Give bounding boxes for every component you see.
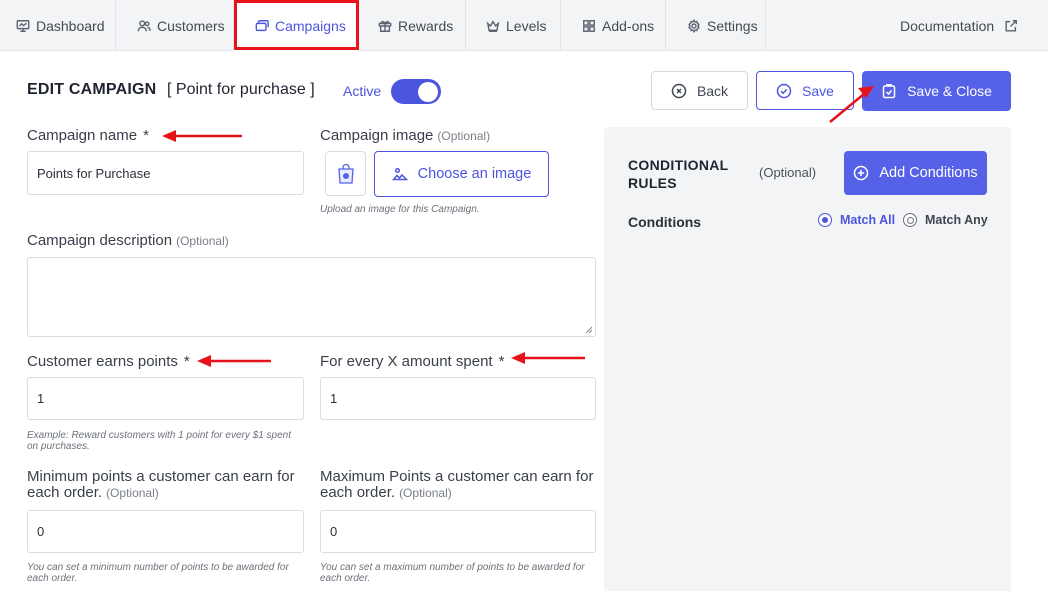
campaign-name-input[interactable]: Points for Purchase — [27, 151, 304, 195]
external-link-icon — [1005, 19, 1018, 32]
radio-unselected-icon — [903, 213, 917, 227]
tab-label: Add-ons — [602, 17, 655, 34]
clipboard-check-icon — [882, 84, 896, 99]
dashboard-icon — [16, 19, 30, 32]
tab-label: Campaigns — [275, 17, 346, 34]
match-all-radio[interactable]: Match All — [818, 213, 895, 227]
tab-campaigns[interactable]: Campaigns — [234, 0, 359, 51]
tab-label: Dashboard — [36, 17, 105, 34]
min-points-input[interactable]: 0 — [27, 510, 304, 553]
tab-settings[interactable]: Settings — [666, 0, 766, 51]
tab-levels[interactable]: Levels — [466, 0, 561, 51]
active-toggle[interactable] — [391, 79, 441, 104]
back-circle-icon — [671, 83, 687, 98]
back-button-label: Back — [696, 82, 729, 99]
tab-label: Levels — [506, 17, 547, 34]
tab-label: Customers — [157, 17, 225, 34]
earn-points-label: Customer earns points * — [27, 353, 190, 370]
toggle-knob — [418, 81, 438, 102]
campaign-image-label: Campaign image (Optional) — [320, 127, 491, 144]
rewards-icon — [378, 20, 392, 32]
conditional-rules-panel — [604, 127, 1011, 591]
tab-rewards[interactable]: Rewards — [359, 0, 466, 51]
shopping-bag-icon — [337, 163, 354, 184]
add-conditions-button[interactable]: Add Conditions — [844, 151, 987, 195]
tab-customers[interactable]: Customers — [116, 0, 234, 51]
documentation-link[interactable]: Documentation — [900, 0, 1020, 51]
conditional-rules-title: CONDITIONAL RULES — [628, 157, 729, 191]
tab-label: Rewards — [398, 17, 454, 34]
grid-icon — [583, 19, 595, 32]
crown-icon — [486, 19, 500, 32]
choose-image-label: Choose an image — [417, 166, 532, 182]
conditions-label: Conditions — [628, 214, 702, 230]
match-all-label: Match All — [840, 213, 896, 227]
save-button[interactable]: Save — [756, 71, 854, 110]
add-conditions-label: Add Conditions — [879, 165, 978, 181]
radio-selected-icon — [818, 213, 832, 227]
resize-handle-icon[interactable] — [585, 326, 593, 334]
conditional-rules-optional: (Optional) — [759, 165, 817, 180]
annotation-arrow-icon — [162, 130, 242, 142]
gear-icon — [688, 18, 700, 33]
max-points-label: Maximum Points a customer can earn for e… — [320, 468, 594, 501]
plus-circle-icon — [854, 165, 869, 181]
match-any-radio[interactable]: Match Any — [903, 213, 988, 227]
earn-points-input[interactable]: 1 — [27, 377, 304, 420]
campaign-description-textarea[interactable] — [27, 257, 596, 337]
campaign-image-thumbnail — [325, 151, 366, 196]
match-any-label: Match Any — [925, 213, 988, 227]
tab-label: Settings — [707, 17, 758, 34]
check-circle-icon — [776, 83, 792, 98]
save-and-close-label: Save & Close — [907, 83, 992, 99]
choose-image-button[interactable]: Choose an image — [374, 151, 549, 197]
customers-icon — [137, 19, 151, 31]
annotation-arrow-icon — [511, 352, 585, 364]
campaign-image-help: Upload an image for this Campaign. — [320, 204, 480, 215]
every-amount-input[interactable]: 1 — [320, 377, 596, 420]
campaign-description-label: Campaign description (Optional) — [27, 232, 229, 249]
back-button[interactable]: Back — [651, 71, 748, 110]
campaigns-icon — [255, 19, 269, 31]
campaign-name-label: Campaign name * — [27, 127, 149, 144]
max-points-input[interactable]: 0 — [320, 510, 596, 553]
active-label: Active — [343, 83, 382, 99]
documentation-label: Documentation — [900, 17, 995, 34]
tab-dashboard[interactable]: Dashboard — [0, 0, 116, 51]
every-amount-label: For every X amount spent * — [320, 353, 505, 370]
tab-add-ons[interactable]: Add-ons — [561, 0, 666, 51]
save-button-label: Save — [802, 82, 834, 99]
min-points-help: You can set a minimum number of points t… — [27, 562, 289, 584]
top-navigation: Dashboard Customers Campaigns Rewards Le… — [0, 0, 1048, 51]
annotation-arrow-icon — [197, 355, 271, 367]
max-points-help: You can set a maximum number of points t… — [320, 562, 585, 584]
min-points-label: Minimum points a customer can earn for e… — [27, 468, 295, 501]
campaign-type-label: [ Point for purchase ] — [167, 81, 315, 98]
earn-points-help: Example: Reward customers with 1 point f… — [27, 430, 292, 452]
save-and-close-button[interactable]: Save & Close — [862, 71, 1011, 111]
page-title: EDIT CAMPAIGN — [27, 81, 157, 98]
image-icon — [391, 167, 408, 181]
